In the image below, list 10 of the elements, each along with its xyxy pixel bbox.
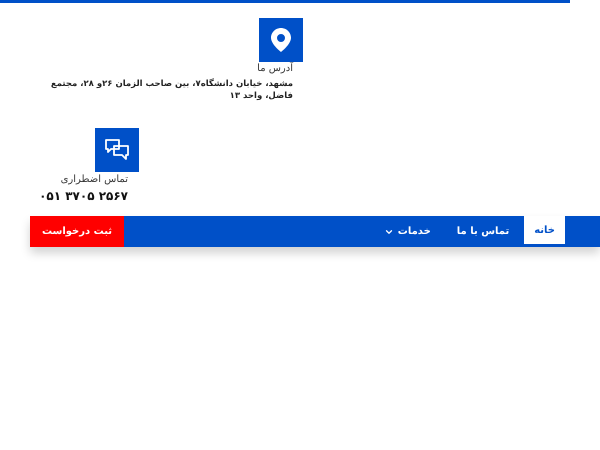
chat-bubbles-icon bbox=[104, 138, 130, 162]
request-button[interactable]: ثبت درخواست bbox=[30, 216, 124, 247]
emergency-title: تماس اضطراری bbox=[60, 173, 128, 187]
address-title: آدرس ما bbox=[257, 62, 293, 76]
nav-tab[interactable]: خانه bbox=[524, 216, 565, 247]
nav-tab[interactable]: تماس با ما bbox=[446, 216, 520, 247]
nav-tab[interactable]: خدمات bbox=[374, 216, 441, 247]
location-pin-icon bbox=[271, 28, 291, 52]
emergency-phone: ۰۵۱ ۳۷۰۵ ۲۵۶۷ bbox=[39, 188, 128, 205]
address-text: مشهد، خیابان دانشگاه۷، بین صاحب الزمان ۲۶و ۲۸، مجتمع فاضل، واحد ۱۳ bbox=[50, 78, 293, 102]
